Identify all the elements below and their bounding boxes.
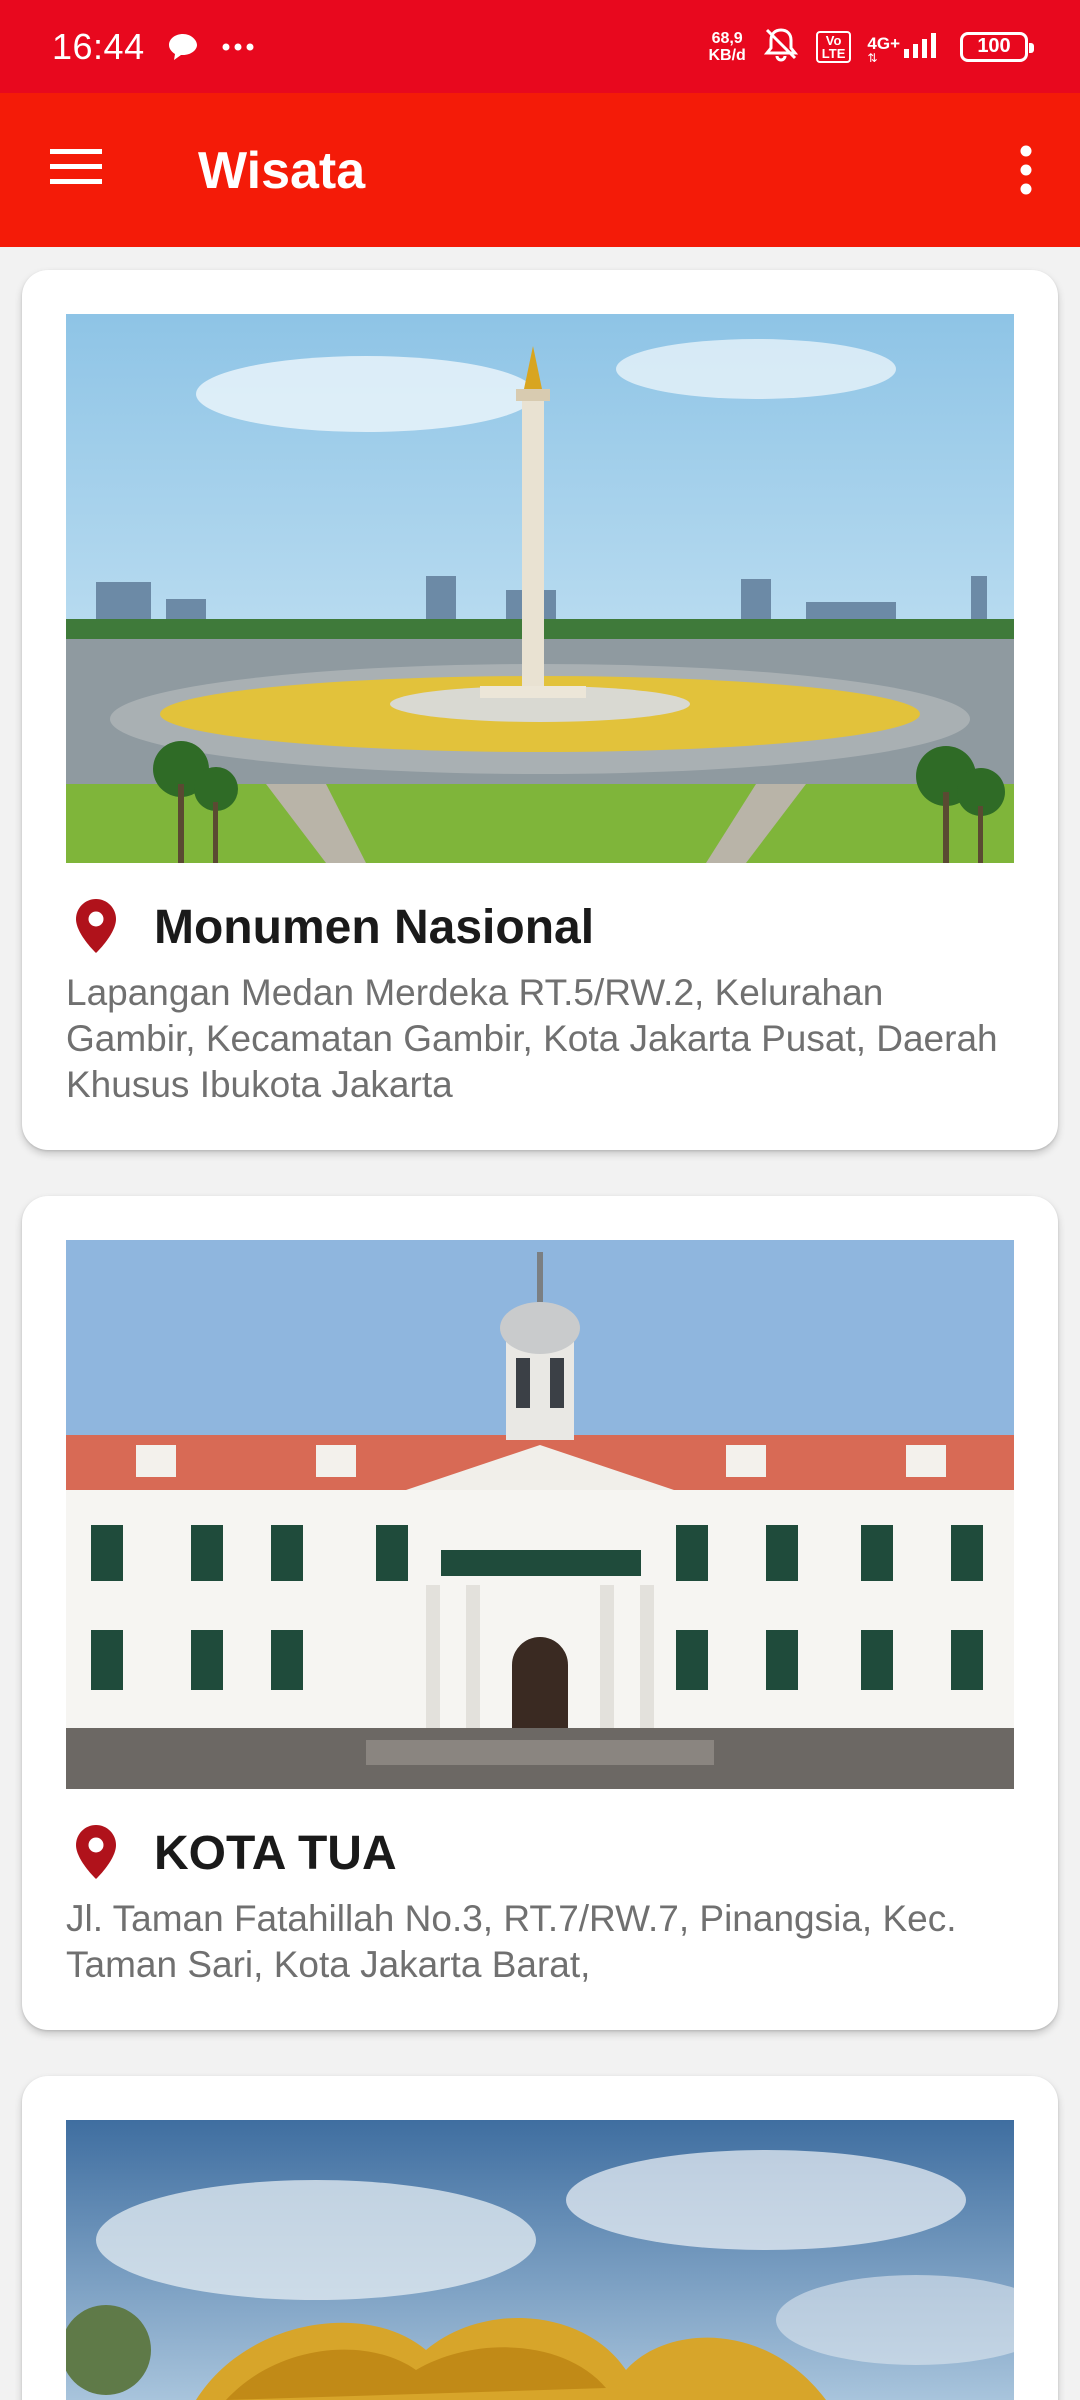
net-speed-value: 68,9 [711, 29, 743, 47]
net-speed-unit: KB/d [708, 46, 746, 64]
status-left: 16:44 [52, 26, 255, 68]
more-dots-icon [221, 42, 255, 52]
place-name: Monumen Nasional [154, 901, 595, 954]
place-image-3 [66, 2120, 1014, 2400]
volte-bottom: LTE [821, 45, 846, 61]
data-arrows-icon: ⇅ [867, 51, 878, 65]
chat-bubble-icon [167, 32, 199, 62]
place-card-3[interactable] [22, 2076, 1058, 2400]
place-image-monas [66, 314, 1014, 863]
more-vertical-icon[interactable] [1008, 143, 1044, 197]
signal-group: 4G+ ⇅ [867, 29, 944, 64]
place-address: Lapangan Medan Merdeka RT.5/RW.2, Kelura… [66, 972, 998, 1105]
app-bar: Wisata [0, 93, 1080, 247]
volte-top: Vo [825, 32, 842, 48]
volte-badge: Vo LTE [815, 30, 852, 63]
app-title: Wisata [198, 142, 366, 200]
place-image-kota-tua [66, 1240, 1014, 1789]
place-address: Jl. Taman Fatahillah No.3, RT.7/RW.7, Pi… [66, 1898, 957, 1985]
status-time: 16:44 [52, 25, 145, 67]
network-type: 4G+ [867, 34, 900, 53]
battery-icon: 100 [960, 31, 1034, 62]
status-bar: 16:44 68,9 KB/d Vo LTE 4G+ ⇅ 100 [0, 0, 1080, 93]
place-name: KOTA TUA [154, 1827, 397, 1880]
place-card-kota-tua[interactable]: KOTA TUA Jl. Taman Fatahillah No.3, RT.7… [22, 1196, 1058, 2030]
place-card-monas[interactable]: Monumen Nasional Lapangan Medan Merdeka … [22, 270, 1058, 1150]
signal-icon [902, 29, 944, 64]
bell-off-icon [762, 25, 800, 68]
net-speed: 68,9 KB/d [708, 30, 745, 64]
location-pin-icon [74, 898, 118, 954]
hamburger-menu-icon[interactable] [50, 147, 102, 187]
location-pin-icon [74, 1824, 118, 1880]
battery-level: 100 [977, 35, 1011, 57]
places-list[interactable]: Monumen Nasional Lapangan Medan Merdeka … [0, 247, 1080, 2400]
status-right: 68,9 KB/d Vo LTE 4G+ ⇅ 100 [708, 25, 1034, 68]
